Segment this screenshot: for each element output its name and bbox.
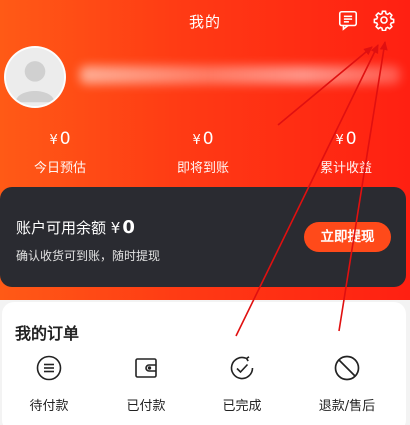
stat-label: 即将到账 [176,161,229,176]
order-label: 已完成 [222,399,262,414]
balance-subtitle: 确认收货可到账，随时提现 [16,249,161,263]
currency-symbol: ¥ [110,219,121,237]
balance-label: 账户可用余额 ¥0 [16,217,135,238]
currency-symbol: ¥ [49,133,58,148]
stat-amount: ¥0 [143,128,263,150]
stat-amount: ¥0 [286,128,406,150]
stat-label: 累计收益 [319,161,372,176]
stat-value: 0 [59,129,71,149]
stat-value: 0 [345,129,357,149]
balance-card: 账户可用余额 ¥0 确认收货可到账，随时提现 立即提现 [0,187,406,287]
stat-upcoming[interactable]: ¥0 即将到账 [143,128,263,176]
currency-symbol: ¥ [192,133,201,148]
default-avatar-icon [6,48,64,106]
order-label: 已付款 [126,399,166,414]
balance-value: 0 [122,217,135,238]
prohibited-icon [333,354,361,382]
order-pending-payment[interactable]: 待付款 [0,354,99,414]
top-bar: 我的 [0,0,410,40]
withdraw-button[interactable]: 立即提现 [304,222,391,252]
stat-label: 今日预估 [33,161,86,176]
wallet-icon [132,354,160,382]
orders-title: 我的订单 [15,324,80,343]
order-label: 待付款 [29,399,69,414]
order-completed[interactable]: 已完成 [192,354,292,414]
stat-total-earnings[interactable]: ¥0 累计收益 [286,128,406,176]
currency-symbol: ¥ [335,133,344,148]
order-paid[interactable]: 已付款 [96,354,196,414]
stat-today-estimate[interactable]: ¥0 今日预估 [0,128,120,176]
avatar[interactable] [4,46,66,108]
gear-icon[interactable] [373,9,395,31]
balance-label-text: 账户可用余额 [16,219,107,237]
stat-value: 0 [202,129,214,149]
message-icon[interactable] [337,9,359,31]
pending-payment-icon [35,354,63,382]
order-label: 退款/售后 [318,399,376,414]
blurred-username [80,66,400,84]
orders-card: 我的订单 待付款 已付款 已完成 退款/售后 [2,302,406,425]
stat-amount: ¥0 [0,128,120,150]
completed-check-icon [228,354,256,382]
order-refund[interactable]: 退款/售后 [297,354,397,414]
